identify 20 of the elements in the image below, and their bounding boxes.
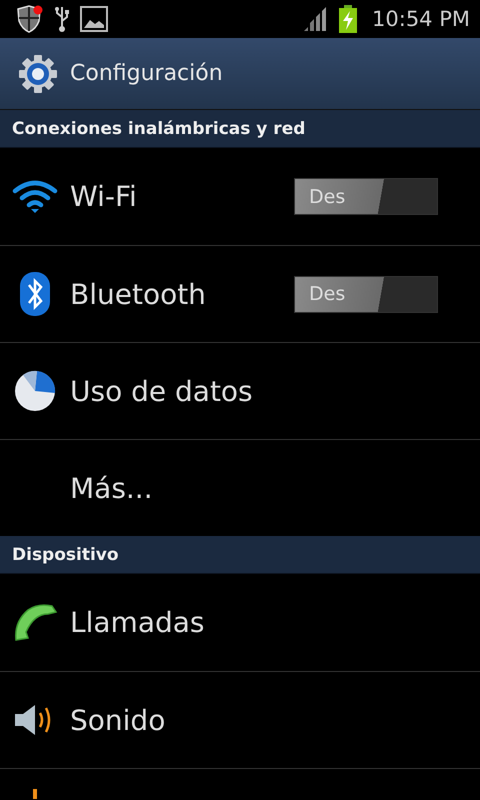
settings-item[interactable]: Llamadas xyxy=(70,606,480,639)
settings-item[interactable]: Más... xyxy=(70,472,480,504)
image-icon xyxy=(80,6,108,32)
settings-icon xyxy=(17,52,59,94)
signal-icon xyxy=(302,6,328,32)
settings-item[interactable]: Uso de datos xyxy=(70,374,480,408)
pie-chart-icon xyxy=(14,370,56,412)
settings-item[interactable]: Wi-Fi xyxy=(70,180,294,213)
usb-icon xyxy=(54,5,70,33)
battery-icon xyxy=(338,5,358,33)
phone-icon xyxy=(12,602,58,644)
settings-item[interactable]: Sonido xyxy=(70,704,480,736)
settings-item[interactable]: Bluetooth xyxy=(70,278,294,310)
screen-title: Configuración xyxy=(70,61,223,86)
section-header: Dispositivo xyxy=(0,536,480,574)
clock-time: 10:54 PM xyxy=(372,7,470,31)
shield-icon xyxy=(14,4,44,34)
wifi-icon xyxy=(11,178,59,214)
bluetooth-icon xyxy=(19,271,51,317)
section-header: Conexiones inalámbricas y red xyxy=(0,110,480,148)
